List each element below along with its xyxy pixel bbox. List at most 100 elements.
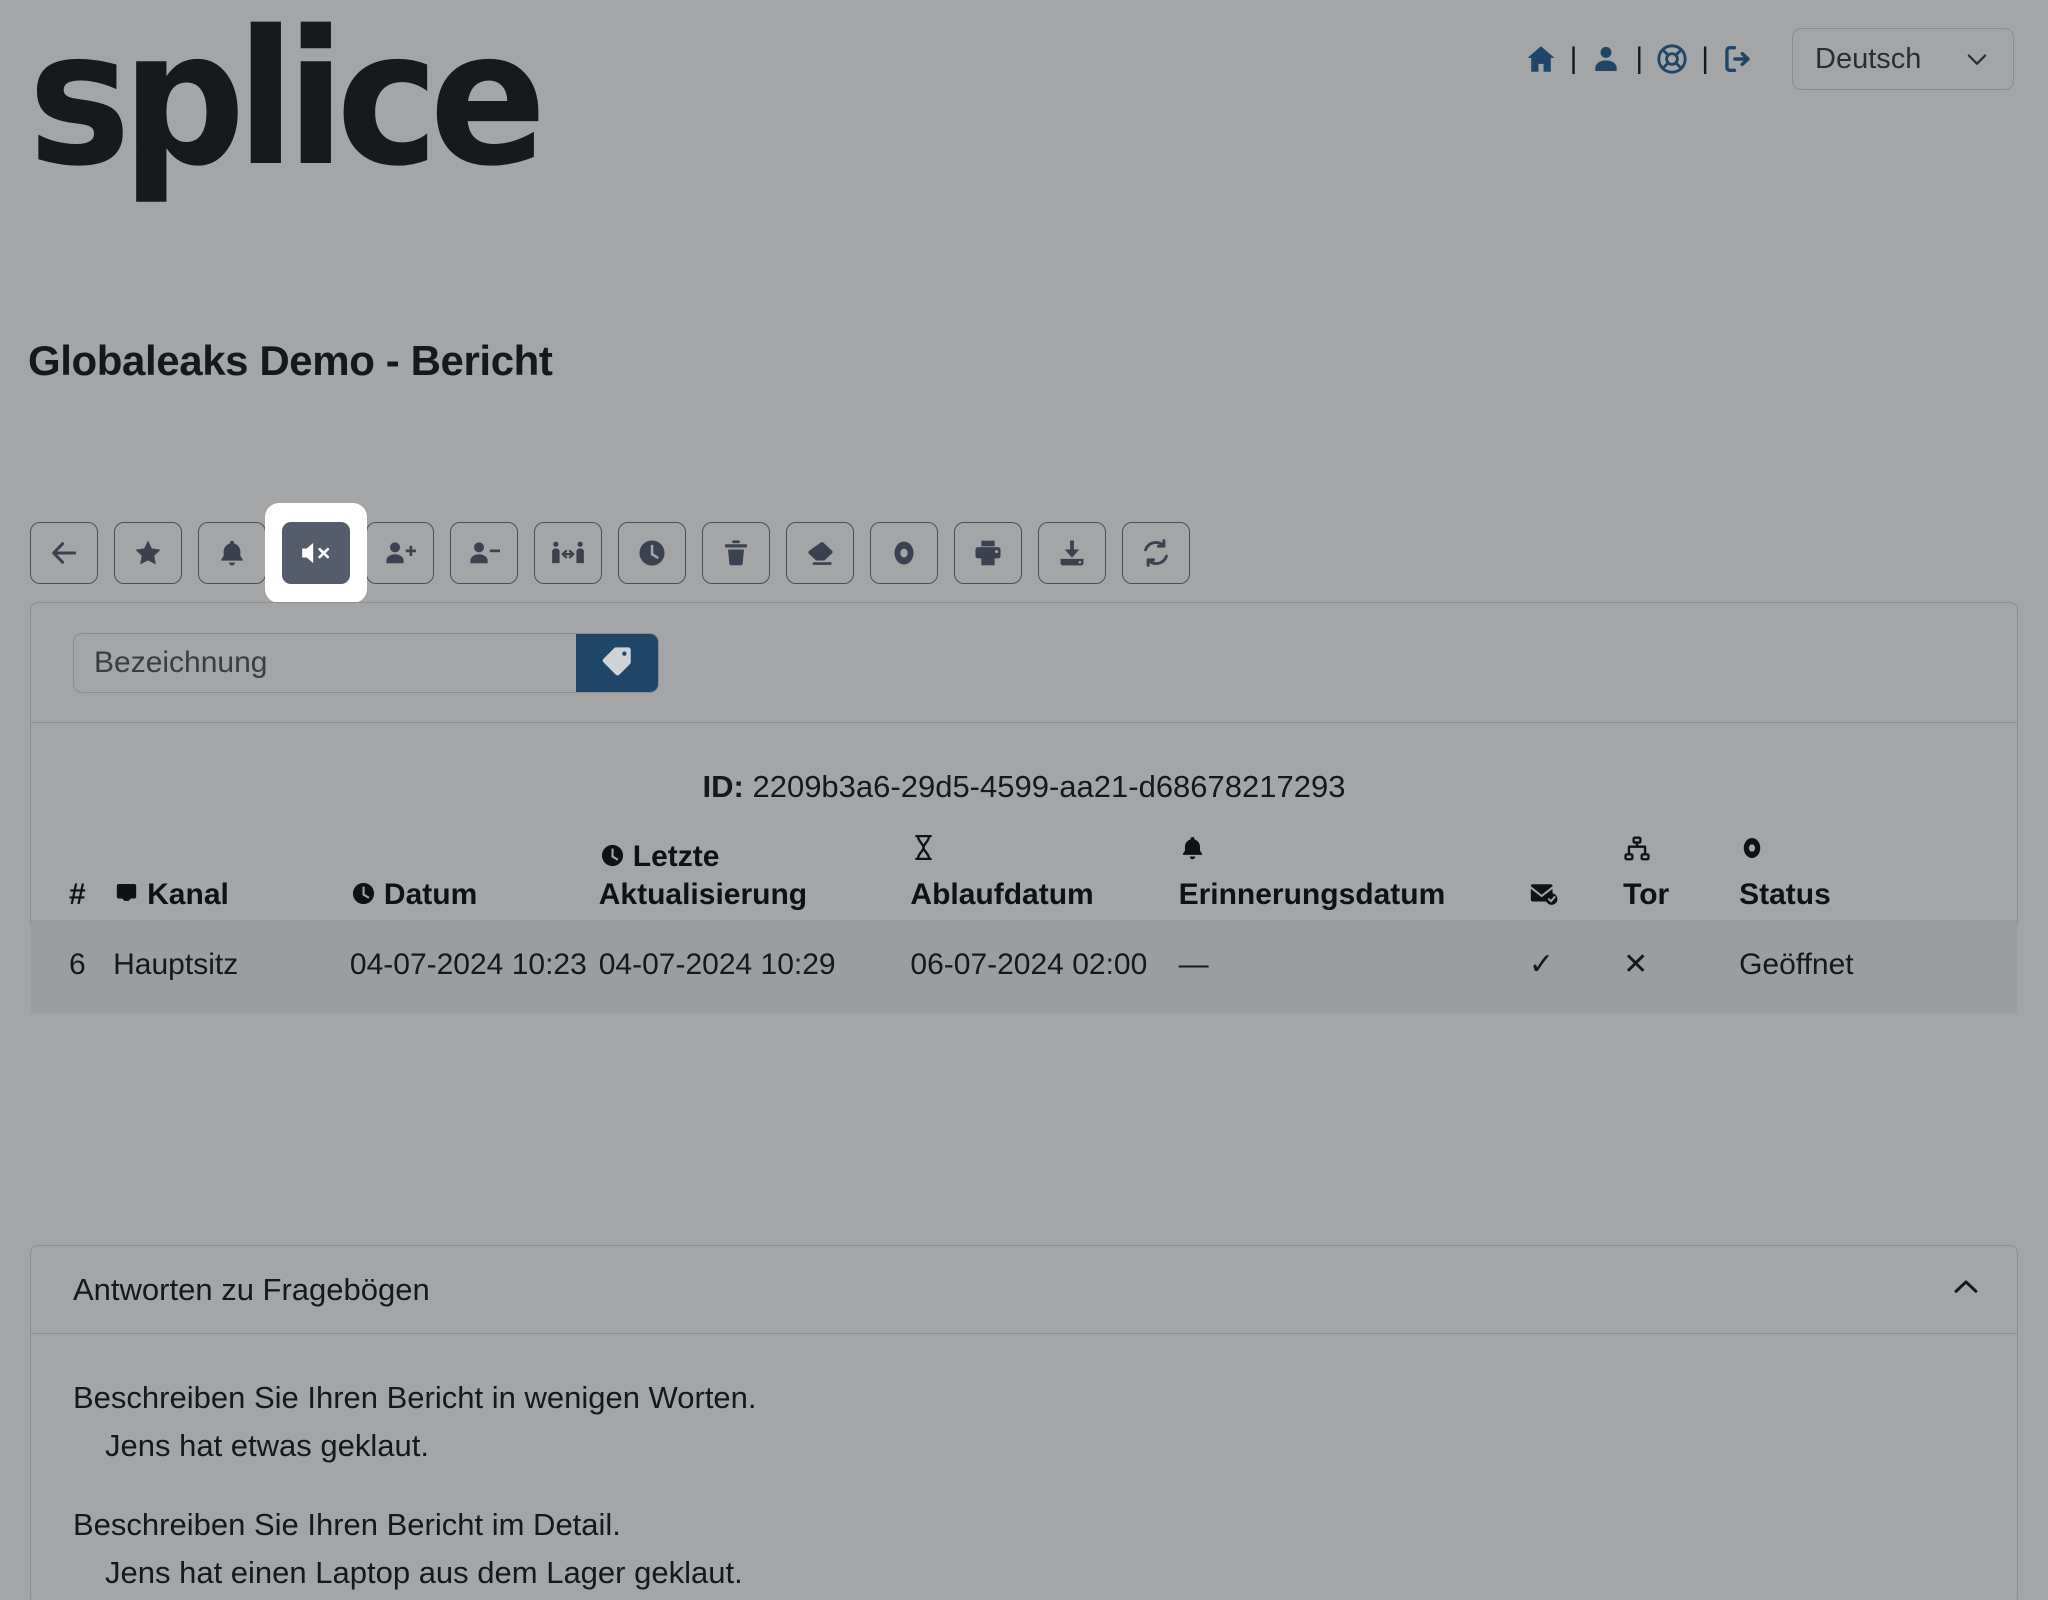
download-button[interactable] <box>1038 522 1106 584</box>
separator: | <box>1635 42 1644 75</box>
lifebuoy-icon[interactable] <box>1650 37 1694 81</box>
table-row[interactable]: 6 Hauptsitz 04-07-2024 10:23 04-07-2024 … <box>31 919 2017 1014</box>
status-button[interactable] <box>870 522 938 584</box>
tag-input-group <box>73 632 659 693</box>
separator: | <box>1701 42 1709 75</box>
report-id-label: ID: <box>702 769 744 804</box>
col-label-number: # <box>69 877 86 911</box>
report-table-body: 6 Hauptsitz 04-07-2024 10:23 04-07-2024 … <box>31 919 2017 1014</box>
print-button[interactable] <box>954 522 1022 584</box>
transfer-button[interactable] <box>534 522 602 584</box>
separator: | <box>1569 42 1578 75</box>
add-recipient-button[interactable] <box>366 522 434 584</box>
bell-icon <box>1179 834 1529 872</box>
speaker-mute-icon <box>299 538 333 568</box>
star-button[interactable] <box>114 522 182 584</box>
transfer-icon <box>550 538 586 568</box>
cell-date: 04-07-2024 10:23 <box>349 947 587 981</box>
answer-text: Jens hat einen Laptop aus dem Lager gekl… <box>105 1554 743 1590</box>
cell-channel: Hauptsitz <box>113 947 239 981</box>
chevron-down-icon <box>1963 45 1991 73</box>
remove-recipient-button[interactable] <box>450 522 518 584</box>
back-button[interactable] <box>30 522 98 584</box>
cell-status: Geöffnet <box>1739 947 1854 981</box>
bell-icon <box>217 538 247 568</box>
col-label-reminder: Erinnerungsdatum <box>1178 877 1446 911</box>
col-label-last-update: Letzte Aktualisierung <box>598 840 808 911</box>
col-header-status: Status <box>1739 833 2017 920</box>
col-header-number: # <box>31 833 113 920</box>
col-header-expiration: Ablaufdatum <box>910 833 1178 920</box>
eraser-icon <box>804 538 836 568</box>
splice-logo: splice <box>28 0 547 207</box>
app-page: splice | | | Deutsch Globaleaks Demo - B… <box>0 0 2048 1600</box>
report-toolbar <box>30 503 1190 603</box>
mail-check-icon <box>1529 881 1559 907</box>
add-tag-button[interactable] <box>576 633 658 692</box>
postpone-button[interactable] <box>618 522 686 584</box>
col-label-date: Datum <box>383 877 478 911</box>
accordion-body: Beschreiben Sie Ihren Bericht in wenigen… <box>31 1334 2017 1600</box>
home-icon[interactable] <box>1519 37 1563 81</box>
cell-number: 6 <box>69 947 86 981</box>
report-table-head: # Kanal Datum Letzte Aktualisierung Abla… <box>31 833 2017 920</box>
redact-button[interactable] <box>786 522 854 584</box>
record-icon <box>889 537 919 569</box>
cell-expiration: 06-07-2024 02:00 <box>910 947 1148 981</box>
page-title: Globaleaks Demo - Bericht <box>28 337 553 384</box>
cell-tor-status: ✕ <box>1623 947 1649 981</box>
tag-icon <box>600 644 634 681</box>
qa-item: Beschreiben Sie Ihren Bericht in wenigen… <box>73 1378 1975 1467</box>
clock-icon <box>599 842 626 869</box>
col-header-channel: Kanal <box>113 833 350 920</box>
language-value: Deutsch <box>1815 42 1922 75</box>
refresh-icon <box>1140 537 1172 569</box>
report-id-value: 2209b3a6-29d5-4599-aa21-d68678217293 <box>752 769 1346 804</box>
top-icon-group: | | | <box>1519 37 1760 81</box>
accordion-title: Antworten zu Fragebögen <box>73 1271 430 1307</box>
clock-icon <box>350 880 377 907</box>
question-text: Beschreiben Sie Ihren Bericht im Detail. <box>73 1506 621 1542</box>
col-header-reminder: Erinnerungsdatum <box>1179 833 1529 920</box>
user-icon[interactable] <box>1584 37 1628 81</box>
col-header-last-update: Letzte Aktualisierung <box>599 833 911 920</box>
printer-icon <box>972 537 1004 569</box>
notification-button[interactable] <box>198 522 266 584</box>
delete-button[interactable] <box>702 522 770 584</box>
col-header-tor: Tor <box>1623 833 1739 920</box>
download-icon <box>1056 537 1088 569</box>
questionnaire-accordion: Antworten zu Fragebögen Beschreiben Sie … <box>30 1245 2018 1600</box>
accordion-header[interactable]: Antworten zu Fragebögen <box>31 1246 2017 1334</box>
chevron-up-icon <box>1949 1270 1983 1309</box>
mute-button[interactable] <box>265 503 367 603</box>
col-header-mail <box>1529 833 1623 920</box>
report-id-line: ID: 2209b3a6-29d5-4599-aa21-d68678217293 <box>31 723 2017 805</box>
language-select[interactable]: Deutsch <box>1792 28 2014 90</box>
user-plus-icon <box>383 538 417 568</box>
refresh-button[interactable] <box>1122 522 1190 584</box>
logout-icon[interactable] <box>1716 37 1760 81</box>
report-table: # Kanal Datum Letzte Aktualisierung Abla… <box>31 833 2017 1014</box>
col-label-tor: Tor <box>1623 877 1670 911</box>
arrow-left-icon <box>48 537 80 569</box>
report-panel: ID: 2209b3a6-29d5-4599-aa21-d68678217293… <box>30 602 2018 1014</box>
question-text: Beschreiben Sie Ihren Bericht in wenigen… <box>73 1380 757 1415</box>
network-icon <box>1623 834 1739 872</box>
clock-icon <box>636 537 668 569</box>
top-bar: | | | Deutsch <box>1519 28 2014 90</box>
inbox-icon <box>113 880 140 907</box>
cell-reminder: — <box>1178 947 1209 981</box>
tag-input[interactable] <box>74 633 576 692</box>
mute-button-inner <box>282 522 350 584</box>
cell-mail-status: ✓ <box>1528 947 1555 981</box>
tag-bar <box>31 603 2017 723</box>
record-icon <box>1739 834 2017 872</box>
cell-last-update: 04-07-2024 10:29 <box>598 947 836 981</box>
star-icon <box>132 537 164 569</box>
col-header-date: Datum <box>350 833 599 920</box>
user-minus-icon <box>467 538 501 568</box>
answer-text: Jens hat etwas geklaut. <box>105 1428 429 1464</box>
col-label-channel: Kanal <box>147 877 229 911</box>
trash-icon <box>721 537 751 569</box>
col-label-status: Status <box>1739 877 1831 911</box>
